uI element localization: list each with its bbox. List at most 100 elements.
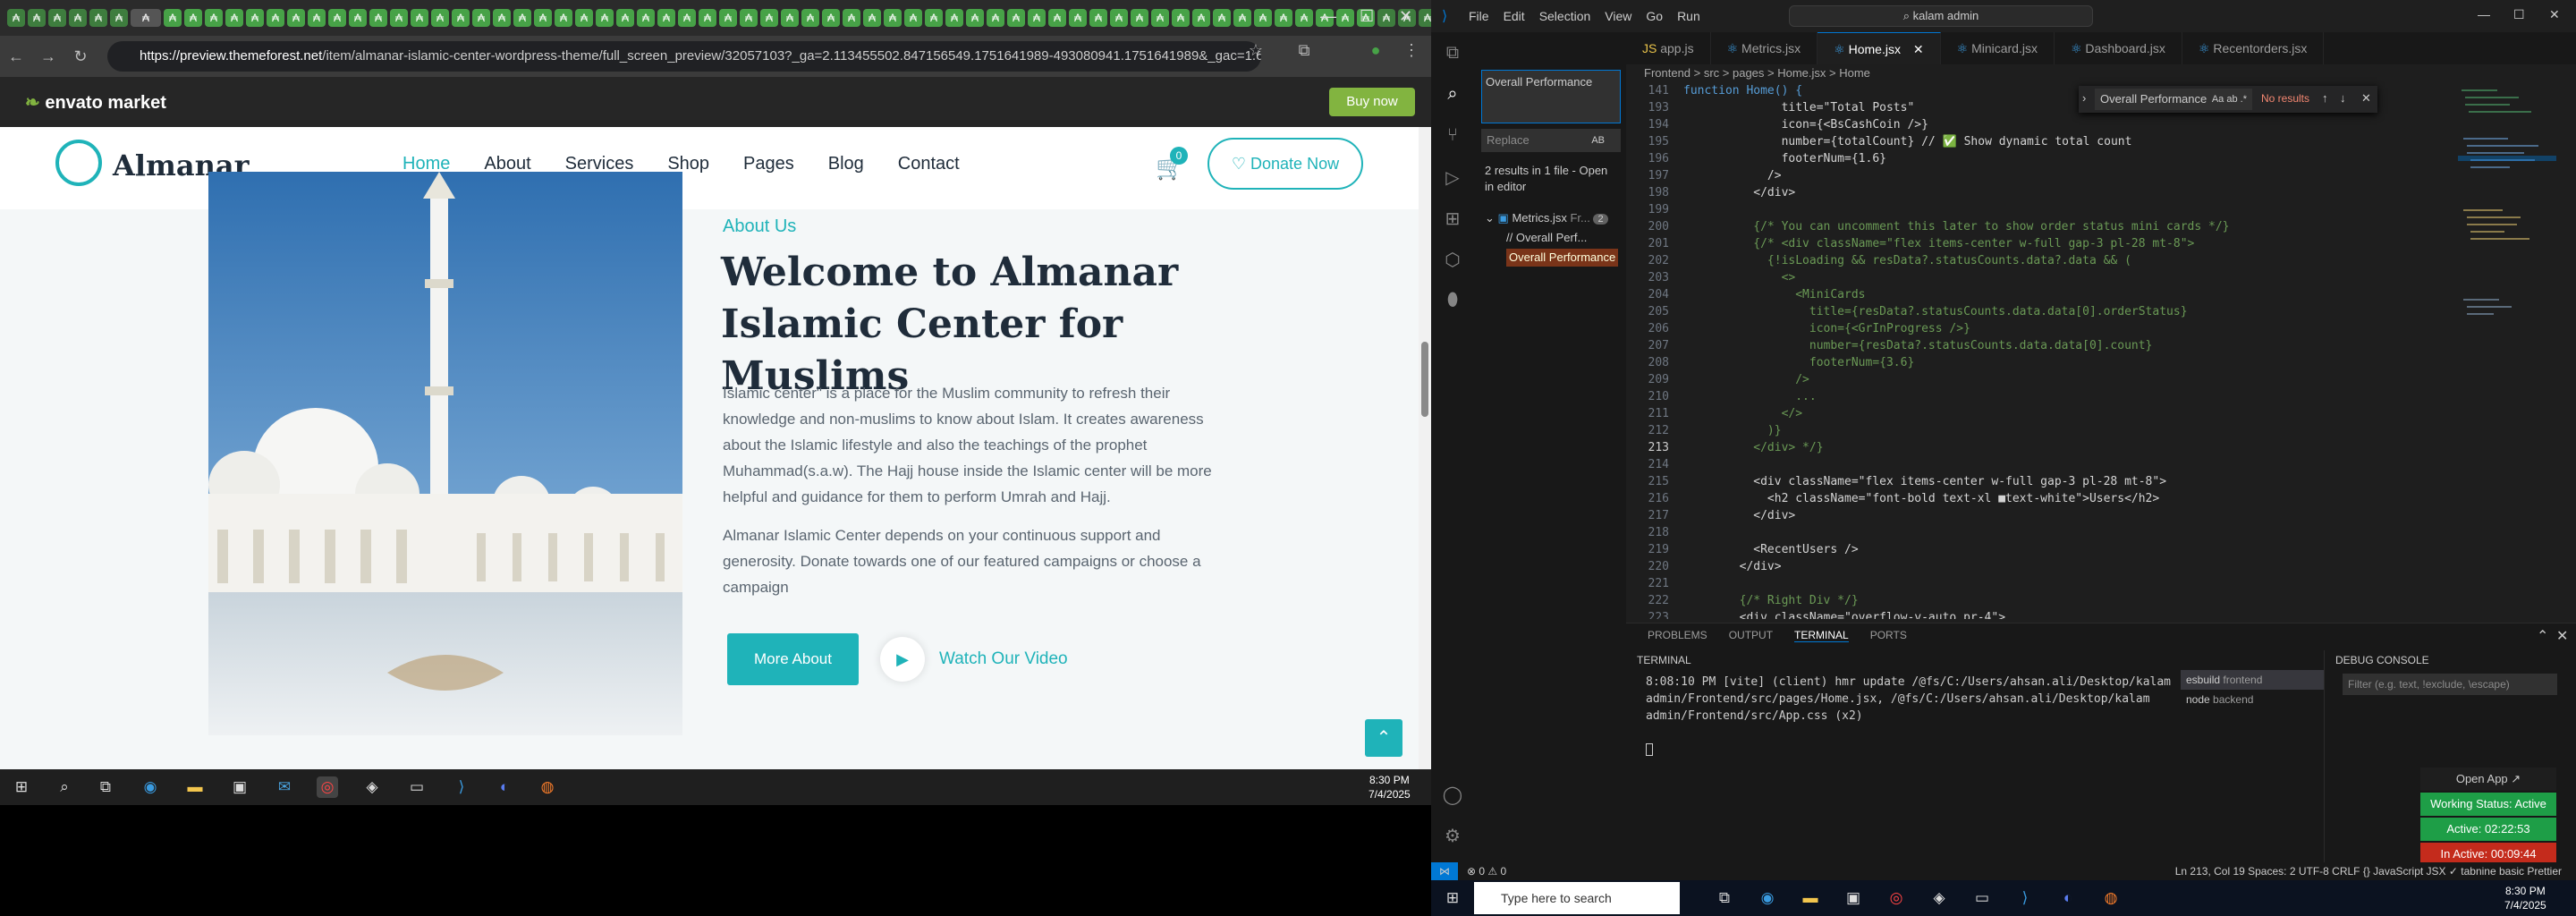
url-field[interactable]: https://preview.themeforest.net/item/alm… [107, 41, 1261, 72]
panel-tab-terminal[interactable]: TERMINAL [1794, 629, 1849, 642]
menu-file[interactable]: File [1469, 9, 1489, 23]
panel-tab-output[interactable]: OUTPUT [1729, 629, 1773, 642]
task-view-icon[interactable]: ⧉ [95, 776, 116, 798]
remote-icon[interactable]: ⬡ [1442, 249, 1463, 270]
reload-icon[interactable]: ↻ [64, 47, 97, 66]
back-icon[interactable]: ← [0, 47, 32, 66]
terminal-pane[interactable]: TERMINAL 8:08:10 PM [vite] (client) hmr … [1626, 650, 2324, 863]
minimap[interactable] [2458, 84, 2556, 460]
browser-tab[interactable]: ₳ [1377, 9, 1395, 27]
donate-now-button[interactable]: ♡ Donate Now [1208, 138, 1363, 190]
browser-tab[interactable]: ₳ [369, 9, 387, 27]
search-icon[interactable]: ⌕ [1442, 84, 1463, 106]
browser-tab[interactable]: ₳ [287, 9, 305, 27]
buy-now-button[interactable]: Buy now [1329, 88, 1415, 116]
browser-tab[interactable]: ₳ [801, 9, 819, 27]
browser-tab[interactable]: ₳ [1048, 9, 1066, 27]
envato-logo[interactable]: ❧ envato market [25, 91, 166, 114]
menu-selection[interactable]: Selection [1539, 9, 1591, 23]
tab-metrics-jsx[interactable]: ⚛ Metrics.jsx [1711, 32, 1818, 64]
browser-tab[interactable]: ₳ [822, 9, 840, 27]
tab-minicard-jsx[interactable]: ⚛ Minicard.jsx [1941, 32, 2055, 64]
mosque-logo-icon[interactable] [55, 140, 102, 186]
browser-tab[interactable]: ₳ [596, 9, 614, 27]
browser-tab[interactable]: ₳ [657, 9, 675, 27]
settings-gear-icon[interactable]: ⚙ [1442, 825, 1463, 846]
browser-tab[interactable]: ₳ [411, 9, 428, 27]
page-scrollbar[interactable] [1419, 127, 1431, 769]
browser-tab[interactable]: ₳ [308, 9, 326, 27]
taskbar-clock[interactable]: 8:30 PM 7/4/2025 [1368, 773, 1411, 802]
source-control-icon[interactable]: ⑂ [1442, 125, 1463, 147]
maximize-icon[interactable]: ☐ [2513, 7, 2525, 22]
menu-edit[interactable]: Edit [1504, 9, 1525, 23]
browser-tab[interactable]: ₳ [28, 9, 46, 27]
tab-dashboard-jsx[interactable]: ⚛ Dashboard.jsx [2055, 32, 2182, 64]
vscode-icon[interactable]: ⟩ [2014, 887, 2036, 909]
browser-tab[interactable]: ₳ [1007, 9, 1025, 27]
browser-tab[interactable]: ₳ [1110, 9, 1128, 27]
postman-icon[interactable]: ◍ [2100, 887, 2122, 909]
run-debug-icon[interactable]: ▷ [1442, 166, 1463, 188]
vscode-icon[interactable]: ⟩ [451, 776, 472, 798]
chrome-icon[interactable]: ◎ [317, 776, 338, 798]
browser-tab[interactable]: ₳ [1028, 9, 1046, 27]
editor-status[interactable]: Ln 213, Col 19 Spaces: 2 UTF-8 CRLF {} J… [2175, 862, 2562, 880]
browser-tab[interactable]: ₳ [555, 9, 572, 27]
watch-video-link[interactable]: Watch Our Video [939, 649, 1068, 669]
close-icon[interactable]: ✕ [2549, 7, 2560, 22]
edge-icon[interactable]: ◉ [1757, 887, 1778, 909]
search-match-1[interactable]: // Overall Perf... [1506, 229, 1587, 247]
app-icon[interactable]: ◈ [1928, 887, 1950, 909]
browser-tab[interactable]: ₳ [1213, 9, 1231, 27]
browser-tab[interactable]: ₳ [678, 9, 696, 27]
browser-tab[interactable]: ₳ [513, 9, 531, 27]
mail-icon[interactable]: ✉ [274, 776, 295, 798]
browser-tab[interactable]: ₳ [534, 9, 552, 27]
explorer-icon[interactable]: ⧉ [1442, 43, 1463, 64]
menu-view[interactable]: View [1605, 9, 1631, 23]
zoom-icon[interactable]: ◐ [2057, 887, 2079, 909]
browser-tab[interactable]: ₳ [1336, 9, 1354, 27]
browser-tab[interactable]: ₳ [267, 9, 284, 27]
browser-tab[interactable]: ₳ [1172, 9, 1190, 27]
debug-filter-input[interactable]: Filter (e.g. text, !exclude, \escape) [2343, 674, 2557, 695]
edge-icon[interactable]: ◉ [140, 776, 161, 798]
browser-tab[interactable]: ₳ [164, 9, 182, 27]
menu-run[interactable]: Run [1677, 9, 1700, 23]
open-app-button[interactable]: Open App ↗ [2420, 768, 2556, 791]
minimize-icon[interactable]: — [1320, 7, 1336, 26]
maximize-icon[interactable]: ☐ [1360, 7, 1374, 26]
browser-tab[interactable]: ₳ [843, 9, 860, 27]
browser-tab[interactable]: ₳ [48, 9, 66, 27]
bookmark-star-icon[interactable]: ☆ [1240, 41, 1272, 60]
browser-tab[interactable]: ₳ [740, 9, 758, 27]
search-query-input[interactable]: Overall Performance [1481, 70, 1621, 123]
browser-tab[interactable]: ₳ [89, 9, 107, 27]
browser-tab[interactable]: ₳ [69, 9, 87, 27]
windows-start-icon[interactable]: ⊞ [11, 776, 32, 798]
find-expand-toggle[interactable]: › [2082, 91, 2086, 105]
taskbar-search-box[interactable]: Type here to search [1474, 882, 1680, 914]
browser-menu-icon[interactable]: ⋮ [1395, 41, 1428, 60]
browser-tab[interactable]: ₳ [184, 9, 202, 27]
browser-tab[interactable]: ₳ [863, 9, 881, 27]
terminal-icon[interactable]: ▭ [1971, 887, 1993, 909]
find-input[interactable]: Overall Performance Aa ab .* [2095, 89, 2252, 110]
file-explorer-icon[interactable]: ▬ [1800, 887, 1821, 909]
problems-count[interactable]: ⊗ 0 ⚠ 0 [1467, 862, 1506, 880]
tab-recentorders-jsx[interactable]: ⚛ Recentorders.jsx [2182, 32, 2325, 64]
terminal-session-esbuild[interactable]: esbuild frontend [2181, 670, 2324, 690]
match-case-toggle[interactable]: Aa [2212, 94, 2224, 105]
browser-tab[interactable]: ₳ [616, 9, 634, 27]
preserve-case-toggle[interactable]: AB [1591, 129, 1621, 152]
scrollbar-thumb[interactable] [1421, 342, 1428, 417]
minimize-icon[interactable]: — [2478, 7, 2490, 21]
browser-tab[interactable]: ₳ [1275, 9, 1292, 27]
browser-tab[interactable]: ₳ [1131, 9, 1148, 27]
profile-avatar[interactable]: ● [1360, 41, 1392, 60]
browser-tab[interactable]: ₳ [472, 9, 490, 27]
search-result-file[interactable]: ⌄ ▣ Metrics.jsx Fr... 2 [1485, 209, 1608, 228]
app-icon[interactable]: ◈ [361, 776, 383, 798]
browser-tab[interactable]: ₳ [493, 9, 511, 27]
